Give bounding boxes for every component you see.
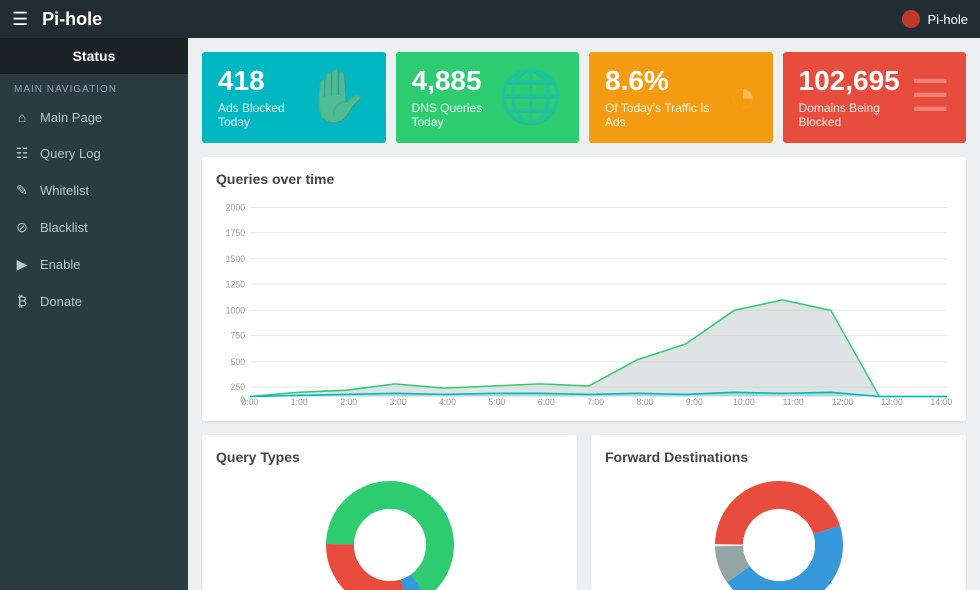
svg-text:1750: 1750 [226,227,245,237]
chart-container: 2000 1750 1500 1250 1000 750 500 250 0 [216,197,952,407]
ban-icon: ⊘ [14,219,30,236]
sidebar-item-blacklist[interactable]: ⊘ Blacklist [0,209,188,246]
line-chart-svg: 2000 1750 1500 1250 1000 750 500 250 0 [216,197,952,407]
forward-dest-svg [709,475,849,590]
svg-text:1:00: 1:00 [291,396,308,406]
topnav-right: Pi-hole [902,10,968,28]
lines-icon: ☰ [911,75,950,119]
sidebar-item-label: Query Log [40,146,101,161]
query-types-svg [320,475,460,590]
layout: Status MAIN NAVIGATION ⌂ Main Page ☷ Que… [0,38,980,590]
sidebar-item-enable[interactable]: ▶ Enable [0,246,188,283]
home-icon: ⌂ [14,109,30,125]
chart-title: Queries over time [216,171,952,187]
raspberry-icon [902,10,920,28]
topnav: ☰ Pi-hole Pi-hole [0,0,980,38]
sidebar-status-label: Status [0,38,188,74]
donate-icon: ₿ [14,293,30,309]
svg-text:2000: 2000 [226,202,245,212]
domains-label: Domains Being Blocked [799,101,911,129]
stat-card-dns-queries: 4,885 DNS Queries Today 🌐 [396,52,580,143]
sidebar-item-main-page[interactable]: ⌂ Main Page [0,99,188,135]
forward-destinations-panel: Forward Destinations [591,435,966,590]
svg-text:10:00: 10:00 [733,396,755,406]
bottom-panels: Query Types Forward [202,435,966,590]
brand-title: Pi-hole [42,9,102,30]
svg-text:1000: 1000 [226,305,245,315]
main-content: 418 Ads Blocked Today ✋ 4,885 DNS Querie… [188,38,980,590]
svg-text:500: 500 [231,356,246,366]
svg-text:250: 250 [231,382,246,392]
svg-text:1250: 1250 [226,279,245,289]
sidebar-item-query-log[interactable]: ☷ Query Log [0,135,188,172]
edit-icon: ✎ [14,182,30,199]
ads-blocked-number: 418 [218,66,305,97]
sidebar-item-donate[interactable]: ₿ Donate [0,283,188,319]
topnav-username: Pi-hole [928,12,968,27]
sidebar-item-label: Blacklist [40,220,88,235]
stat-card-domains: 102,695 Domains Being Blocked ☰ [783,52,967,143]
svg-text:6:00: 6:00 [538,396,555,406]
svg-text:750: 750 [231,330,246,340]
play-icon: ▶ [14,256,30,273]
sidebar-item-label: Donate [40,294,82,309]
list-icon: ☷ [14,145,30,162]
svg-text:12:00: 12:00 [832,396,854,406]
query-types-panel: Query Types [202,435,577,590]
hand-icon: ✋ [305,71,370,123]
svg-text:0:00: 0:00 [241,396,258,406]
svg-text:5:00: 5:00 [488,396,505,406]
svg-text:7:00: 7:00 [587,396,604,406]
traffic-number: 8.6% [605,66,730,97]
ads-blocked-label: Ads Blocked Today [218,101,305,129]
stat-cards: 418 Ads Blocked Today ✋ 4,885 DNS Querie… [202,52,966,143]
svg-text:3:00: 3:00 [390,396,407,406]
pie-icon: ◔ [730,75,757,119]
traffic-label: Of Today's Traffic Is Ads [605,101,730,129]
sidebar-nav-label: MAIN NAVIGATION [0,74,188,99]
sidebar-item-label: Enable [40,257,80,272]
sidebar: Status MAIN NAVIGATION ⌂ Main Page ☷ Que… [0,38,188,590]
svg-text:8:00: 8:00 [637,396,654,406]
globe-icon: 🌐 [498,71,563,123]
svg-text:2:00: 2:00 [340,396,357,406]
svg-text:11:00: 11:00 [783,396,804,406]
sidebar-item-whitelist[interactable]: ✎ Whitelist [0,172,188,209]
dns-queries-label: DNS Queries Today [412,101,499,129]
svg-text:9:00: 9:00 [686,396,703,406]
domains-number: 102,695 [799,66,911,97]
query-types-title: Query Types [216,449,563,465]
svg-text:4:00: 4:00 [439,396,456,406]
query-types-chart [216,475,563,590]
svg-text:14:00: 14:00 [930,396,952,406]
forward-destinations-chart [605,475,952,590]
forward-destinations-title: Forward Destinations [605,449,952,465]
hamburger-icon[interactable]: ☰ [12,9,28,30]
sidebar-item-label: Main Page [40,110,102,125]
stat-card-ads-blocked: 418 Ads Blocked Today ✋ [202,52,386,143]
dns-queries-number: 4,885 [412,66,499,97]
sidebar-item-label: Whitelist [40,183,89,198]
queries-over-time-panel: Queries over time 2000 1750 1500 1 [202,157,966,421]
stat-card-traffic: 8.6% Of Today's Traffic Is Ads ◔ [589,52,773,143]
svg-text:1500: 1500 [226,254,245,264]
svg-text:13:00: 13:00 [881,396,903,406]
